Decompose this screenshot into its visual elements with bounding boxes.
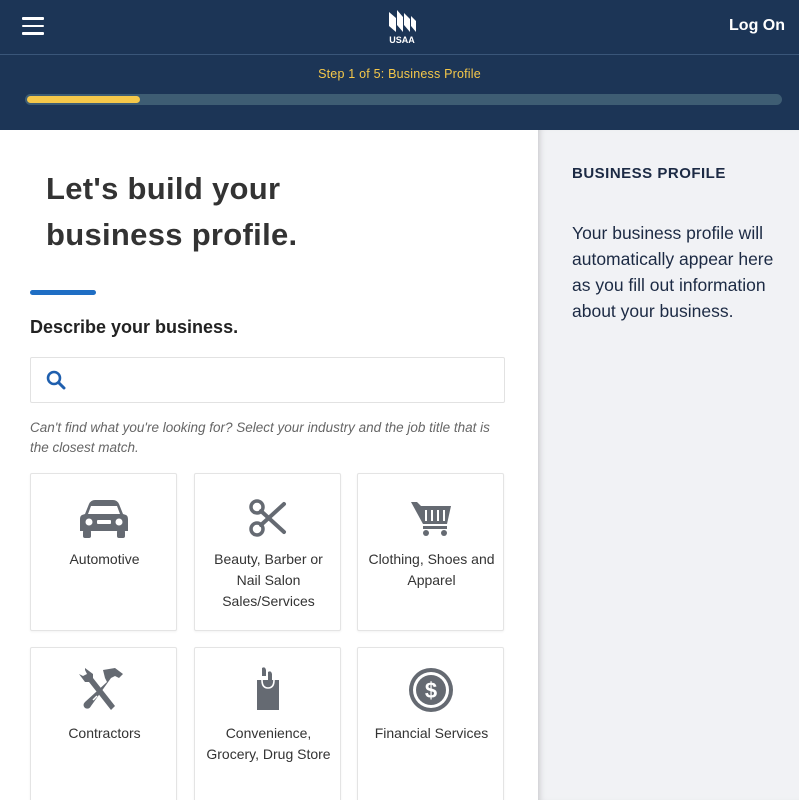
grocery-bag-icon bbox=[256, 667, 279, 710]
industry-card-automotive[interactable]: Automotive bbox=[30, 473, 177, 631]
top-navigation-bar: USAA Log On bbox=[0, 0, 799, 55]
industry-card-beauty[interactable]: Beauty, Barber or Nail Salon Sales/Servi… bbox=[194, 473, 341, 631]
industry-card-financial[interactable]: $ Financial Services bbox=[357, 647, 504, 800]
step-indicator: Step 1 of 5: Business Profile bbox=[318, 67, 481, 81]
scissors-icon bbox=[248, 499, 286, 537]
log-on-link[interactable]: Log On bbox=[729, 17, 785, 35]
industry-label: Automotive bbox=[69, 551, 140, 567]
industry-card-contractors[interactable]: Contractors bbox=[30, 647, 177, 800]
search-icon bbox=[46, 370, 66, 390]
progress-track bbox=[25, 94, 782, 105]
industry-label: Clothing, Shoes and Apparel bbox=[368, 551, 495, 588]
panel-title: BUSINESS PROFILE bbox=[572, 165, 726, 182]
usaa-eagle-logo: USAA bbox=[389, 10, 416, 45]
business-search-input[interactable] bbox=[75, 364, 495, 396]
shopping-cart-icon bbox=[410, 502, 451, 536]
title-accent-bar bbox=[30, 290, 96, 295]
industry-card-clothing[interactable]: Clothing, Shoes and Apparel bbox=[357, 473, 504, 631]
car-icon bbox=[79, 500, 128, 538]
industry-label: Financial Services bbox=[374, 725, 489, 741]
hamburger-menu-icon[interactable] bbox=[22, 17, 44, 35]
logo-text: USAA bbox=[389, 35, 415, 45]
svg-text:$: $ bbox=[424, 678, 436, 703]
industry-label: Contractors bbox=[68, 725, 141, 741]
industry-label: Convenience, Grocery, Drug Store bbox=[206, 725, 331, 762]
panel-description: Your business profile will automatically… bbox=[572, 223, 774, 321]
search-hint-text: Can't find what you're looking for? Sele… bbox=[30, 420, 490, 455]
tools-icon bbox=[78, 668, 123, 710]
progress-section: Step 1 of 5: Business Profile bbox=[0, 55, 799, 130]
business-search-box[interactable] bbox=[30, 357, 505, 403]
industry-card-grocery[interactable]: Convenience, Grocery, Drug Store bbox=[194, 647, 341, 800]
industry-label: Beauty, Barber or Nail Salon Sales/Servi… bbox=[214, 551, 323, 609]
progress-fill bbox=[27, 96, 140, 103]
dollar-coin-icon: $ bbox=[408, 668, 453, 712]
describe-business-label: Describe your business. bbox=[30, 317, 239, 337]
page-title: Let's build your business profile. bbox=[46, 171, 298, 252]
business-profile-panel: BUSINESS PROFILE Your business profile w… bbox=[538, 130, 799, 800]
usaa-logo[interactable]: USAA bbox=[383, 8, 421, 46]
